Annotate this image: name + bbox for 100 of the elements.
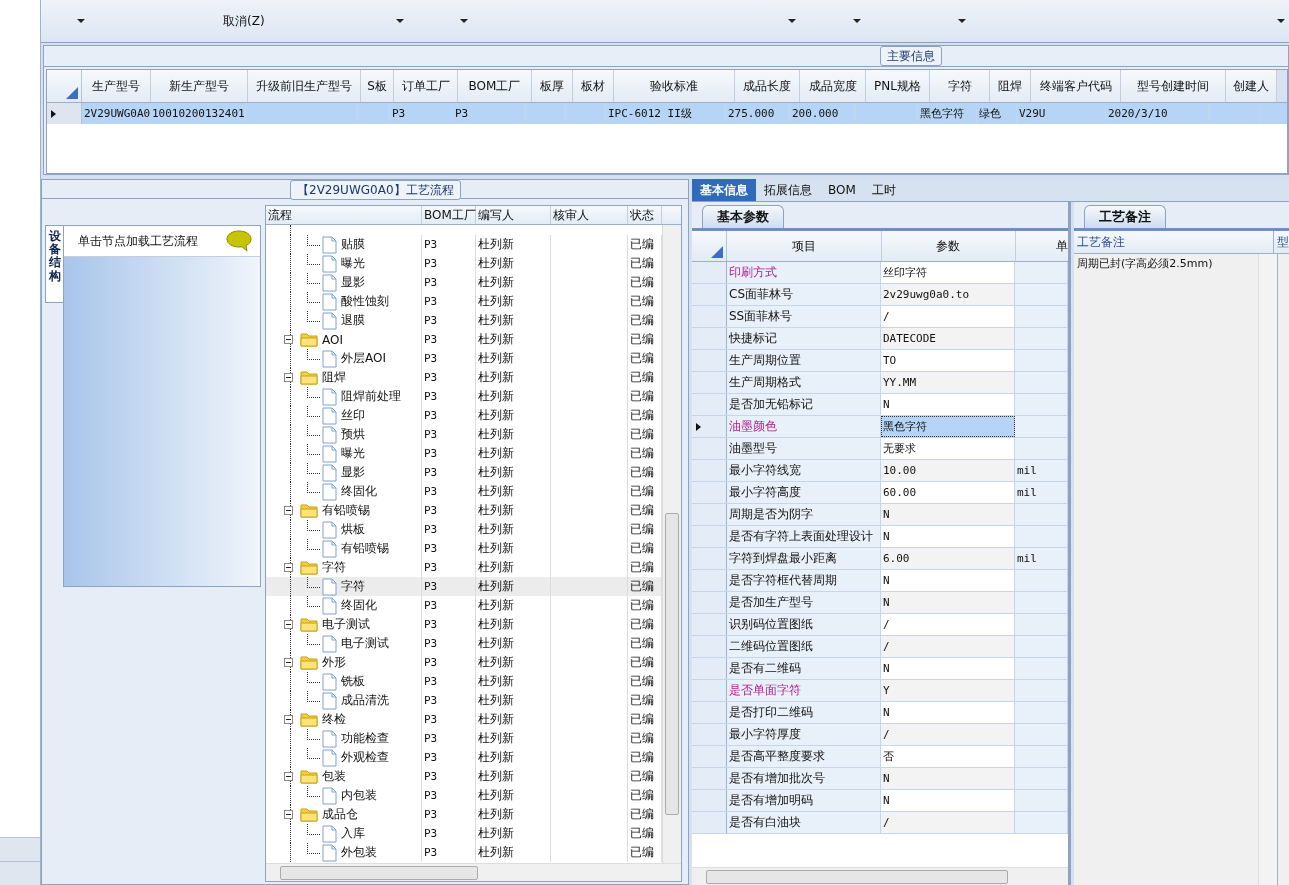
tree-row[interactable]: 预烘 P3 杜列新 已编	[266, 425, 662, 444]
table-row[interactable]: 生产周期位置 TO	[692, 350, 1068, 372]
tree-row[interactable]: 外观检查 P3 杜列新 已编	[266, 748, 662, 767]
collapse-toggle-icon[interactable]	[284, 506, 293, 515]
node-label[interactable]: 电子测试	[322, 616, 370, 633]
collapse-toggle-icon[interactable]	[284, 658, 293, 667]
table-row[interactable]: CS面菲林号 2v29uwg0a0.to	[692, 284, 1068, 306]
horizontal-scrollbar[interactable]	[692, 867, 1068, 885]
tab[interactable]: 工艺备注	[1084, 205, 1166, 228]
dropdown-caret-icon[interactable]	[957, 19, 966, 23]
node-label[interactable]: AOI	[322, 332, 343, 347]
column-header[interactable]: 编写人	[476, 206, 551, 224]
table-row[interactable]: 是否有字符上表面处理设计 N	[692, 526, 1068, 548]
column-header[interactable]: 验收标准	[614, 70, 735, 102]
tree-row[interactable]: 显影 P3 杜列新 已编	[266, 463, 662, 482]
dropdown-caret-icon[interactable]	[852, 19, 861, 23]
column-header[interactable]: 工艺备注	[1074, 231, 1274, 253]
node-label[interactable]: 包装	[322, 768, 346, 785]
tab[interactable]: 基本参数	[702, 205, 784, 228]
table-row[interactable]: 最小字符高度 60.00 mil	[692, 482, 1068, 504]
table-row[interactable]: 是否加生产型号 N	[692, 592, 1068, 614]
dropdown-caret-icon[interactable]	[787, 19, 796, 23]
column-header[interactable]: 板厚	[532, 70, 573, 102]
column-header[interactable]: 型	[1274, 231, 1289, 253]
node-label[interactable]: 成品仓	[322, 806, 358, 823]
tree-row[interactable]: 酸性蚀刻 P3 杜列新 已编	[266, 292, 662, 311]
table-row[interactable]: 字符到焊盘最小距离 6.00 mil	[692, 548, 1068, 570]
tree-row[interactable]: 终固化 P3 杜列新 已编	[266, 596, 662, 615]
node-label[interactable]: 字符	[322, 559, 346, 576]
table-row[interactable]: 周期是否为阴字 N	[692, 504, 1068, 526]
column-header[interactable]: 参数	[881, 231, 1017, 261]
table-row[interactable]: 2V29UWG0A0 10010200132401 P3 P3 IPC-6012 II级 275.000 200.000 黑色字符 绿色 V29U 2020/3/10	[47, 103, 1287, 124]
tree-row[interactable]: 电子测试 P3 杜列新 已编	[266, 634, 662, 653]
column-header[interactable]: BOM工厂	[422, 206, 476, 224]
tree-row[interactable]: 显影 P3 杜列新 已编	[266, 273, 662, 292]
table-row[interactable]: 最小字符线宽 10.00 mil	[692, 460, 1068, 482]
tree-row[interactable]: 曝光 P3 杜列新 已编	[266, 444, 662, 463]
table-row[interactable]: 二维码位置图纸 /	[692, 636, 1068, 658]
node-label[interactable]: 阻焊	[322, 369, 346, 386]
dropdown-caret-icon[interactable]	[395, 19, 404, 23]
tree-row[interactable]: 字符 P3 杜列新 已编	[266, 577, 662, 596]
collapse-toggle-icon[interactable]	[284, 335, 293, 344]
table-row[interactable]: 生产周期格式 YY.MM	[692, 372, 1068, 394]
table-row[interactable]: 是否单面字符 Y	[692, 680, 1068, 702]
collapse-toggle-icon[interactable]	[284, 620, 293, 629]
collapse-toggle-icon[interactable]	[284, 772, 293, 781]
cancel-menu-item[interactable]: 取消(Z)	[223, 12, 265, 30]
column-header[interactable]: 终端客户代码	[1031, 70, 1121, 102]
column-header[interactable]: 板材	[573, 70, 614, 102]
table-row[interactable]: 是否高平整度要求 否	[692, 746, 1068, 768]
table-row[interactable]: 印刷方式 丝印字符	[692, 262, 1068, 284]
tree-row[interactable]: 入库 P3 杜列新 已编	[266, 824, 662, 843]
vertical-scrollbar[interactable]	[662, 225, 681, 863]
column-header[interactable]: 成品宽度	[800, 70, 866, 102]
column-header[interactable]: S板	[361, 70, 394, 102]
collapse-toggle-icon[interactable]	[284, 715, 293, 724]
node-label[interactable]: 终检	[322, 711, 346, 728]
column-header[interactable]: 项目	[726, 231, 882, 261]
column-header[interactable]: 成品长度	[735, 70, 800, 102]
table-row[interactable]: 是否有增加批次号 N	[692, 768, 1068, 790]
tab[interactable]: BOM	[820, 179, 864, 201]
tree-row[interactable]: 内包装 P3 杜列新 已编	[266, 786, 662, 805]
tree-row[interactable]: 成品清洗 P3 杜列新 已编	[266, 691, 662, 710]
node-label[interactable]: 外形	[322, 654, 346, 671]
horizontal-scrollbar[interactable]	[266, 863, 681, 881]
tree-row[interactable]: 贴膜 P3 杜列新 已编	[266, 235, 662, 254]
vertical-tab[interactable]: 设备结构	[45, 225, 63, 303]
column-header[interactable]: BOM工厂	[458, 70, 532, 102]
tab[interactable]: 工时	[863, 179, 904, 201]
table-row[interactable]: 最小字符厚度 /	[692, 724, 1068, 746]
tree-row[interactable]: 功能检查 P3 杜列新 已编	[266, 729, 662, 748]
table-row[interactable]: 识别码位置图纸 /	[692, 614, 1068, 636]
column-header[interactable]: 状态	[628, 206, 662, 224]
tree-row[interactable]: 外层AOI P3 杜列新 已编	[266, 349, 662, 368]
tree-row[interactable]: 外包装 P3 杜列新 已编	[266, 843, 662, 862]
table-row[interactable]: 快捷标记 DATECODE	[692, 328, 1068, 350]
table-row[interactable]: 油墨型号 无要求	[692, 438, 1068, 460]
table-row[interactable]: 是否有二维码 N	[692, 658, 1068, 680]
column-header[interactable]: 型号创建时间	[1121, 70, 1226, 102]
column-header[interactable]: PNL规格	[866, 70, 930, 102]
table-row[interactable]: 是否加无铅标记 N	[692, 394, 1068, 416]
tree-row[interactable]: 丝印 P3 杜列新 已编	[266, 406, 662, 425]
table-row[interactable]: 油墨颜色 黑色字符	[692, 416, 1068, 438]
dropdown-caret-icon[interactable]	[459, 19, 468, 23]
column-header[interactable]: 流程	[266, 206, 422, 224]
tab[interactable]: 拓展信息	[756, 179, 820, 201]
tree-row[interactable]: 曝光 P3 杜列新 已编	[266, 254, 662, 273]
collapse-toggle-icon[interactable]	[284, 563, 293, 572]
table-row[interactable]: 是否有白油块 /	[692, 812, 1068, 834]
node-label[interactable]: 有铅喷锡	[322, 502, 370, 519]
tree-row[interactable]: 烘板 P3 杜列新 已编	[266, 520, 662, 539]
tree-row[interactable]: 阻焊前处理 P3 杜列新 已编	[266, 387, 662, 406]
tab[interactable]: 基本信息	[692, 179, 756, 201]
tree-row[interactable]: 退膜 P3 杜列新 已编	[266, 311, 662, 330]
tree-row[interactable]: 铣板 P3 杜列新 已编	[266, 672, 662, 691]
dropdown-caret-icon[interactable]	[77, 19, 85, 23]
table-row[interactable]: 是否有增加明码 N	[692, 790, 1068, 812]
column-header[interactable]: 生产型号	[82, 70, 151, 102]
dropdown-caret-icon[interactable]	[1277, 19, 1285, 23]
tree-row[interactable]: 终固化 P3 杜列新 已编	[266, 482, 662, 501]
